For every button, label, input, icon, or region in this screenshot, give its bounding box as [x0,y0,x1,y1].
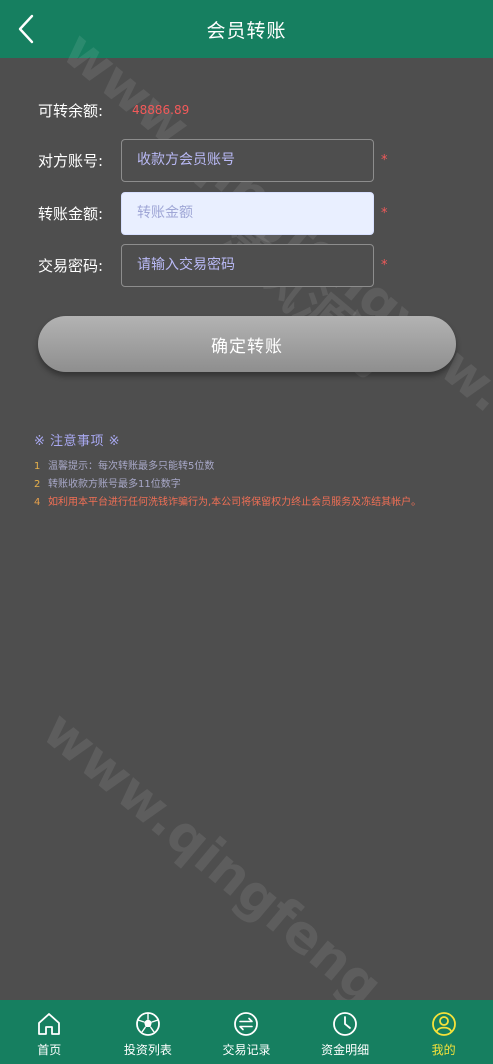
password-row: 交易密码: * [38,243,388,287]
bottom-tab-bar: 首页 投资列表 交易记录 资金明细 我的 [0,1000,493,1064]
password-input[interactable] [121,243,374,287]
required-mark: * [381,257,388,273]
amount-label: 转账金额: [38,204,104,223]
balance-value: 48886.89 [132,103,190,117]
tab-transaction-records[interactable]: 交易记录 [197,1000,296,1064]
account-input[interactable] [121,138,374,182]
tab-label: 首页 [37,1043,62,1057]
confirm-transfer-button[interactable]: 确定转账 [38,316,456,372]
tab-investment-list[interactable]: 投资列表 [99,1000,198,1064]
page-title: 会员转账 [206,19,287,42]
account-row: 对方账号: * [38,138,388,182]
list-item: 1 温馨提示：每次转账最多只能转5位数 [34,459,474,475]
note-number: 4 [34,497,41,508]
user-icon [431,1012,456,1036]
required-mark: * [381,205,388,221]
exchange-icon [234,1012,259,1036]
amount-input[interactable] [121,191,374,235]
football-icon [135,1012,160,1036]
note-text: 温馨提示：每次转账最多只能转5位数 [48,461,215,472]
tab-label: 交易记录 [222,1043,271,1057]
list-item: 2 转账收款方账号最多11位数字 [34,477,474,493]
tab-label: 我的 [431,1043,456,1057]
header-bar: 会员转账 [0,0,493,58]
list-item: 4 如利用本平台进行任何洗钱诈骗行为,本公司将保留权力终止会员服务及冻结其帐户。 [34,495,474,511]
note-text: 如利用本平台进行任何洗钱诈骗行为,本公司将保留权力终止会员服务及冻结其帐户。 [48,497,422,508]
home-icon [38,1013,61,1035]
password-label: 交易密码: [38,256,104,275]
balance-row: 可转余额: 48886.89 [38,98,189,122]
balance-label: 可转余额: [38,101,104,120]
amount-row: 转账金额: * [38,191,388,235]
note-text: 转账收款方账号最多11位数字 [48,479,181,490]
note-number: 2 [34,479,41,490]
tab-mine[interactable]: 我的 [394,1000,493,1064]
back-button[interactable] [8,10,44,48]
note-number: 1 [34,461,41,472]
clock-icon [333,1012,357,1036]
tab-home[interactable]: 首页 [0,1000,99,1064]
chevron-left-icon [18,14,34,44]
notice-section: ※ 注意事项 ※ 1 温馨提示：每次转账最多只能转5位数 2 转账收款方账号最多… [34,430,474,513]
tab-fund-details[interactable]: 资金明细 [296,1000,395,1064]
tab-label: 资金明细 [321,1043,370,1057]
notice-list: 1 温馨提示：每次转账最多只能转5位数 2 转账收款方账号最多11位数字 4 如… [34,459,474,511]
watermark-text-bottom: www.qingfeng [31,700,394,1018]
required-mark: * [381,152,388,168]
account-label: 对方账号: [38,151,104,170]
tab-label: 投资列表 [123,1043,172,1057]
notice-title: ※ 注意事项 ※ [34,434,121,449]
